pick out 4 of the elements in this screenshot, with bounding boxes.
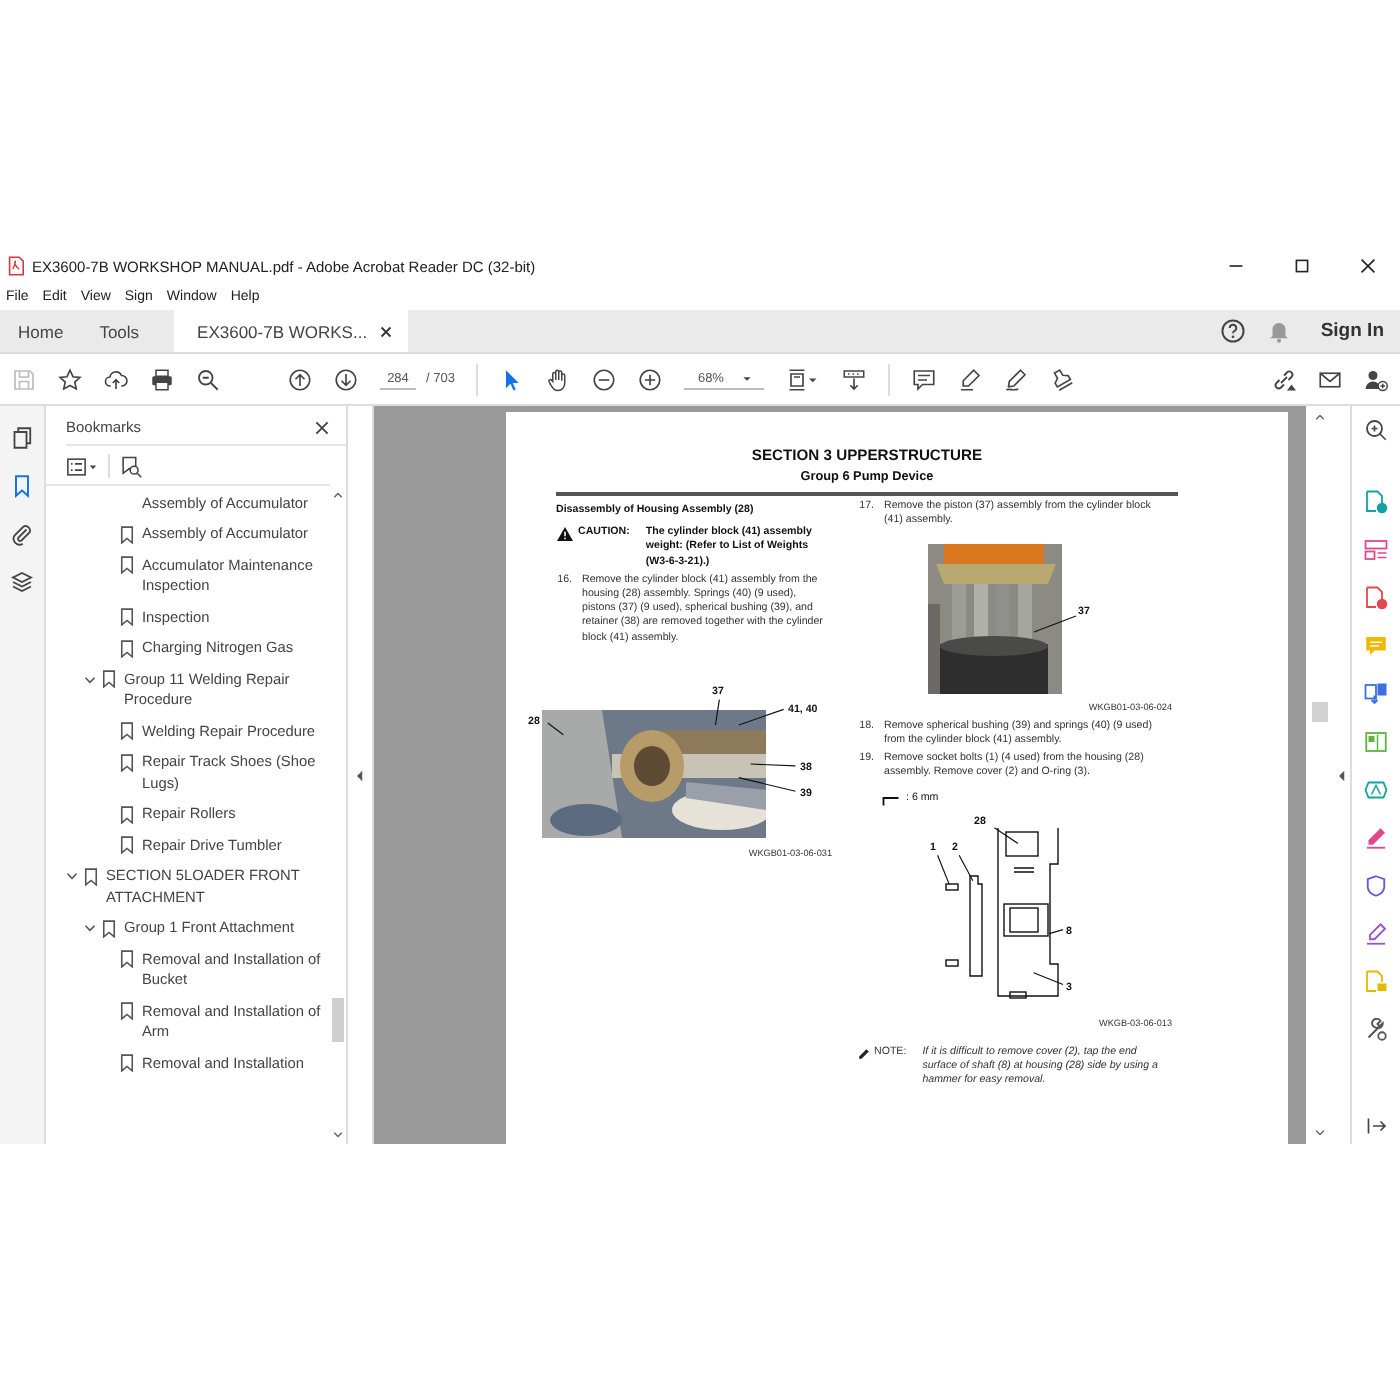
tab[interactable]: Tools (81, 310, 158, 352)
tab[interactable]: Home (0, 310, 82, 352)
sign-in-button[interactable]: Sign In (1312, 310, 1400, 352)
tab[interactable]: EX3600-7B WORKS... (173, 310, 408, 352)
